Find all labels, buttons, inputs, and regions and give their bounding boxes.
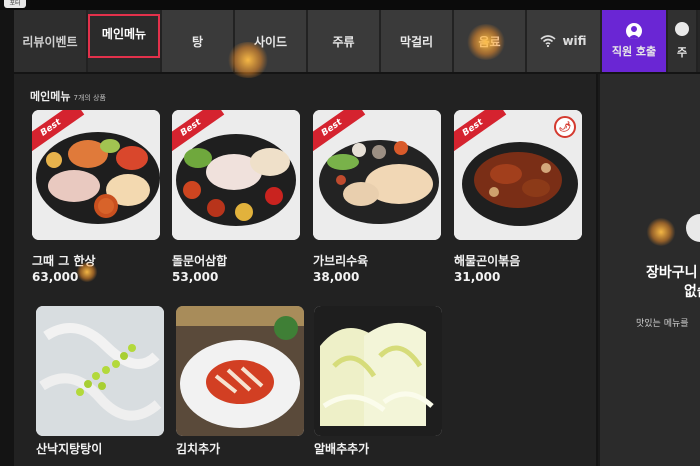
tab-wifi[interactable]: wifi <box>527 10 602 72</box>
top-status-bar: 포터 <box>0 0 700 10</box>
circle-icon <box>675 22 689 36</box>
tab-main-menu[interactable]: 메인메뉴 <box>88 10 162 72</box>
tab-liquor[interactable]: 주류 <box>308 10 381 72</box>
cart-panel: 장바구니 없습 맛있는 메뉴를 <box>598 74 700 466</box>
food-image: Best <box>32 110 160 240</box>
menu-item-card[interactable]: 김치추가 <box>176 306 304 456</box>
item-price: 31,000 <box>454 270 501 284</box>
tab-extra[interactable]: 주 <box>668 10 698 72</box>
corner-tag: 포터 <box>4 0 26 8</box>
menu-item-card[interactable]: Best 🌶 해물곤이볶음 31,000 <box>454 110 582 284</box>
cart-icon <box>686 214 700 242</box>
item-name: 산낙지탕탕이 <box>36 442 103 456</box>
food-image: Best <box>172 110 300 240</box>
menu-item-card[interactable]: Best 가브리수육 38,000 <box>313 110 441 284</box>
menu-item-card[interactable]: 산낙지탕탕이 <box>36 306 164 456</box>
food-image: Best <box>313 110 441 240</box>
light-reflection <box>226 42 270 78</box>
light-reflection <box>466 24 506 60</box>
category-tabs: 리뷰이벤트 메인메뉴 탕 사이드 주류 막걸리 음료 wifi 직원 호출 주 <box>14 10 700 72</box>
tab-label: 탕 <box>191 34 204 49</box>
item-price: 63,000 <box>32 270 79 284</box>
tab-label: 주 <box>676 46 688 59</box>
food-image: Best 🌶 <box>454 110 582 240</box>
staff-call-label: 직원 호출 <box>611 45 657 58</box>
staff-call-button[interactable]: 직원 호출 <box>602 10 668 72</box>
person-icon <box>626 23 642 39</box>
tab-label: 막걸리 <box>399 34 434 49</box>
tab-label: 메인메뉴 <box>101 26 147 41</box>
item-name: 알배추추가 <box>314 442 370 456</box>
item-name: 해물곤이볶음 <box>454 254 521 268</box>
food-image <box>314 306 442 436</box>
spicy-icon: 🌶 <box>554 116 576 138</box>
item-name: 가브리수육 <box>313 254 369 268</box>
food-image <box>176 306 304 436</box>
item-price: 38,000 <box>313 270 360 284</box>
cart-empty-title-line2: 없습 <box>684 284 700 300</box>
item-name: 돌문어삼합 <box>172 254 228 268</box>
item-name: 김치추가 <box>176 442 221 456</box>
menu-item-card[interactable]: 알배추추가 <box>314 306 442 456</box>
food-image <box>36 306 164 436</box>
menu-item-card[interactable]: Best 돌문어삼합 53,000 <box>172 110 300 284</box>
tab-label: wifi <box>562 34 587 48</box>
tab-makgeolli[interactable]: 막걸리 <box>381 10 454 72</box>
section-title-text: 메인메뉴 <box>30 90 71 103</box>
light-reflection <box>76 262 98 282</box>
menu-item-card[interactable]: Best 그때 그 한상 63,000 <box>32 110 160 284</box>
section-title: 메인메뉴 7개의 상품 <box>30 88 106 104</box>
tab-label: 리뷰이벤트 <box>22 34 78 49</box>
item-count: 7개의 상품 <box>73 94 106 102</box>
tab-review-event[interactable]: 리뷰이벤트 <box>14 10 88 72</box>
light-reflection <box>646 218 676 246</box>
item-price: 53,000 <box>172 270 219 284</box>
cart-empty-title: 장바구니 <box>646 265 698 281</box>
menu-content: 메인메뉴 7개의 상품 Best 그때 그 한상 63,000 Best 돌문어… <box>14 74 596 466</box>
tab-label: 주류 <box>332 34 355 49</box>
tab-soup[interactable]: 탕 <box>162 10 235 72</box>
cart-empty-subtitle: 맛있는 메뉴를 <box>636 319 689 329</box>
wifi-icon <box>540 35 556 47</box>
